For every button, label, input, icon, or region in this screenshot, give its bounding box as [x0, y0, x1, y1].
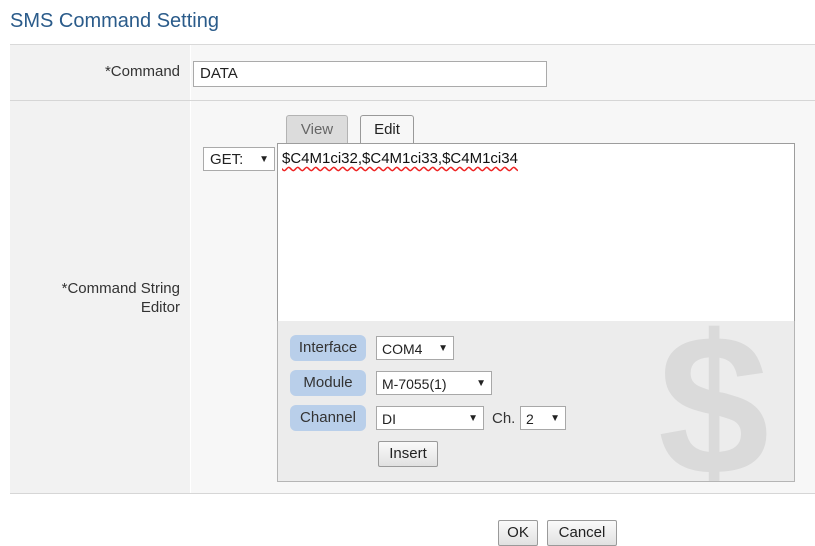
- channel-label: Channel: [290, 405, 366, 431]
- chevron-down-icon: ▼: [259, 154, 269, 165]
- method-value: GET:: [210, 151, 244, 168]
- ch-select[interactable]: 2 ▼: [520, 406, 566, 430]
- command-string-editor[interactable]: $C4M1ci32,$C4M1ci33,$C4M1ci34: [277, 143, 795, 322]
- command-string-text: $C4M1ci32,$C4M1ci33,$C4M1ci34: [282, 150, 518, 167]
- command-string-row: *Command String Editor View Edit GET: ▼ …: [10, 101, 815, 494]
- interface-select[interactable]: COM4 ▼: [376, 336, 454, 360]
- insert-panel: $ Interface COM4 ▼ Module M-7055(1) ▼ Ch…: [277, 321, 795, 482]
- tab-edit[interactable]: Edit: [360, 115, 414, 144]
- chevron-down-icon: ▼: [550, 413, 560, 424]
- ch-label: Ch.: [492, 410, 516, 427]
- dollar-icon: $: [658, 321, 770, 482]
- command-string-label: *Command String Editor: [61, 280, 180, 316]
- method-select[interactable]: GET: ▼: [203, 147, 275, 171]
- module-label: Module: [290, 370, 366, 396]
- command-label: *Command: [104, 63, 180, 80]
- channel-select[interactable]: DI ▼: [376, 406, 484, 430]
- channel-value: DI: [382, 411, 396, 427]
- insert-button[interactable]: Insert: [378, 441, 438, 467]
- interface-label: Interface: [290, 335, 366, 361]
- ch-value: 2: [526, 411, 534, 427]
- page-title: SMS Command Setting: [10, 10, 219, 32]
- tab-view[interactable]: View: [286, 115, 348, 144]
- cancel-button[interactable]: Cancel: [547, 520, 617, 546]
- interface-value: COM4: [382, 341, 423, 357]
- ok-button[interactable]: OK: [498, 520, 538, 546]
- module-select[interactable]: M-7055(1) ▼: [376, 371, 492, 395]
- chevron-down-icon: ▼: [476, 378, 486, 389]
- chevron-down-icon: ▼: [468, 413, 478, 424]
- chevron-down-icon: ▼: [438, 343, 448, 354]
- command-input-value: DATA: [200, 65, 238, 82]
- command-label-cell: *Command: [10, 45, 190, 100]
- command-input[interactable]: DATA: [193, 61, 547, 87]
- command-string-label-cell: *Command String Editor: [10, 101, 190, 493]
- module-value: M-7055(1): [382, 376, 447, 392]
